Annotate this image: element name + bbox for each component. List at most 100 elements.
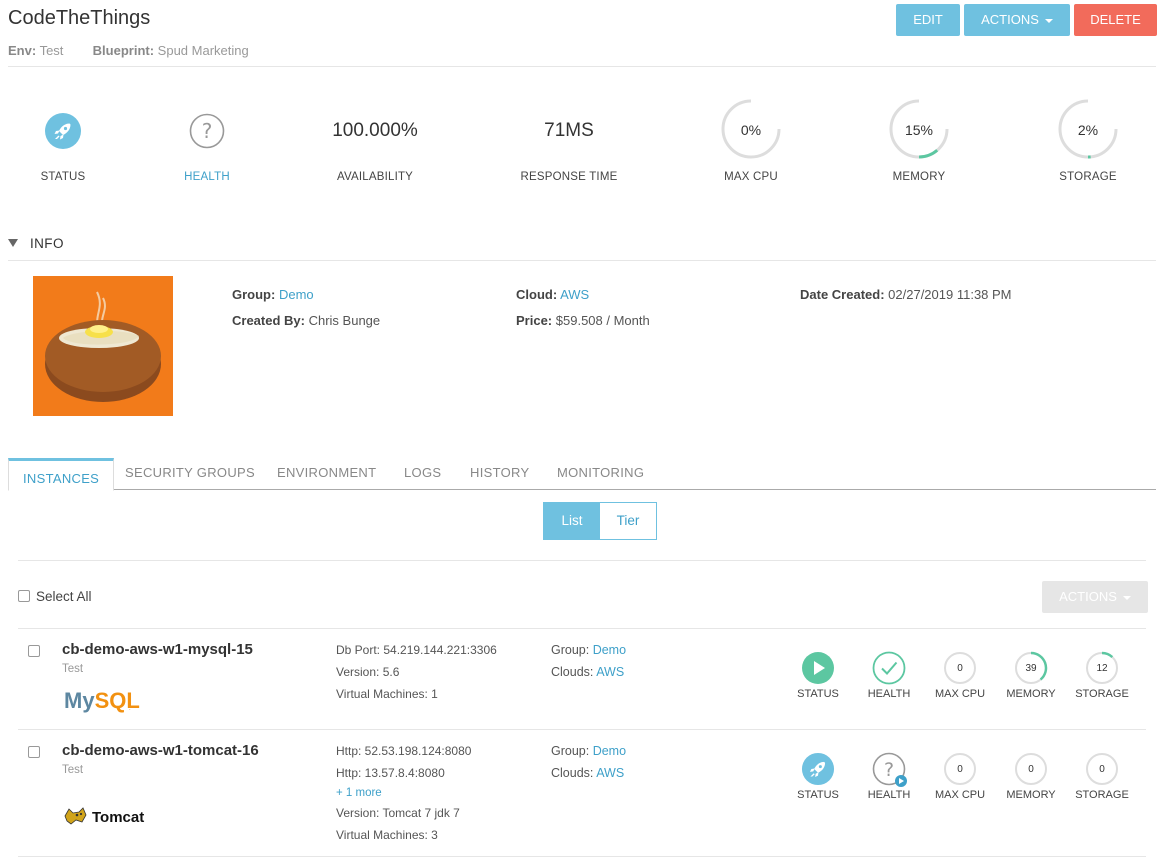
instance-name[interactable]: cb-demo-aws-w1-mysql-15	[62, 641, 253, 658]
actions-button-label: ACTIONS	[981, 12, 1039, 27]
delete-button-label: DELETE	[1090, 12, 1141, 27]
max-cpu-label: MAX CPU	[724, 171, 778, 183]
instance-name[interactable]: cb-demo-aws-w1-tomcat-16	[62, 742, 259, 759]
check-circle-icon	[872, 651, 906, 685]
question-circle-icon: ?	[189, 113, 225, 149]
rocket-icon	[801, 752, 835, 786]
instance-group-link[interactable]: Demo	[593, 643, 626, 657]
instance-memory-value: 0	[1028, 764, 1034, 775]
instance-health-label: HEALTH	[867, 688, 911, 700]
instance-clouds-label: Clouds:	[551, 766, 594, 780]
instance-status-label: STATUS	[797, 688, 839, 700]
row-divider	[18, 729, 1146, 730]
tab-history[interactable]: HISTORY	[470, 465, 529, 480]
storage-label: STORAGE	[1059, 171, 1117, 183]
info-price-label: Price:	[516, 313, 553, 328]
instance-max-cpu-label: MAX CPU	[934, 688, 986, 700]
instance-clouds-link[interactable]: AWS	[596, 766, 624, 780]
instance-max-cpu-value: 0	[957, 663, 963, 674]
info-date-label: Date Created:	[800, 287, 885, 302]
instance-clouds-link[interactable]: AWS	[596, 665, 624, 679]
instance-memory-value: 39	[1025, 663, 1037, 674]
view-list-button[interactable]: List	[544, 503, 600, 539]
info-cloud-link[interactable]: AWS	[560, 287, 589, 302]
view-tier-button[interactable]: Tier	[600, 503, 656, 539]
instance-details: Db Port: 54.219.144.221:3306 Version: 5.…	[336, 639, 497, 705]
instance-clouds-label: Clouds:	[551, 665, 594, 679]
instance-detail-vms: Virtual Machines: 3	[336, 828, 438, 842]
health-icon-glyph: ?	[202, 119, 213, 143]
stat-response-time: 71MS RESPONSE TIME	[509, 96, 629, 188]
select-all-checkbox[interactable]	[18, 590, 30, 602]
health-label[interactable]: HEALTH	[147, 171, 267, 183]
instance-details: Http: 52.53.198.124:8080 Http: 13.57.8.4…	[336, 740, 471, 846]
info-date-created: Date Created: 02/27/2019 11:38 PM	[800, 287, 1012, 302]
info-cloud: Cloud: AWS	[516, 287, 589, 302]
bulk-actions-button[interactable]: ACTIONS	[1042, 581, 1148, 613]
delete-button[interactable]: DELETE	[1074, 4, 1157, 36]
row-checkbox[interactable]	[28, 645, 40, 657]
rocket-icon	[45, 113, 81, 149]
edit-button[interactable]: EDIT	[896, 4, 960, 36]
row-checkbox[interactable]	[28, 746, 40, 758]
page-meta: Env: Test Blueprint: Spud Marketing	[8, 43, 249, 58]
caret-down-icon	[1044, 18, 1053, 23]
row-divider	[18, 628, 1146, 629]
info-group-link[interactable]: Demo	[279, 287, 314, 302]
instance-storage-label: STORAGE	[1075, 688, 1129, 700]
memory-value: 15%	[904, 122, 934, 138]
tab-logs[interactable]: LOGS	[404, 465, 441, 480]
instance-memory-label: MEMORY	[1006, 688, 1056, 700]
instance-storage-label: STORAGE	[1075, 789, 1129, 801]
tab-monitoring[interactable]: MONITORING	[557, 465, 644, 480]
info-created-by-value: Chris Bunge	[308, 313, 381, 328]
caret-down-icon	[1122, 595, 1131, 600]
stat-memory: 15% MEMORY	[859, 96, 979, 188]
actions-button[interactable]: ACTIONS	[964, 4, 1070, 36]
response-time-label: RESPONSE TIME	[520, 171, 618, 183]
response-time-value: 71MS	[544, 120, 594, 141]
instance-detail-more-link[interactable]: + 1 more	[336, 784, 471, 802]
instance-detail-http-2: Http: 13.57.8.4:8080	[336, 766, 445, 780]
instance-memory-label: MEMORY	[1006, 789, 1056, 801]
tab-environment[interactable]: ENVIRONMENT	[277, 465, 376, 480]
instance-group-link[interactable]: Demo	[593, 744, 626, 758]
info-date-value: 02/27/2019 11:38 PM	[888, 287, 1012, 302]
availability-label: AVAILABILITY	[336, 171, 414, 183]
list-divider	[18, 560, 1146, 561]
status-label: STATUS	[40, 171, 86, 183]
row-divider	[18, 856, 1146, 857]
instance-health-label: HEALTH	[867, 789, 911, 801]
info-cloud-label: Cloud:	[516, 287, 558, 302]
stat-health[interactable]: ? HEALTH	[147, 96, 267, 188]
tab-bar: INSTANCES SECURITY GROUPS ENVIRONMENT LO…	[8, 458, 1156, 491]
triangle-down-icon	[8, 239, 18, 247]
edit-button-label: EDIT	[913, 12, 943, 27]
info-heading: INFO	[30, 236, 64, 251]
stat-availability: 100.000% AVAILABILITY	[315, 96, 435, 188]
info-toggle[interactable]: INFO	[8, 236, 64, 251]
availability-value: 100.000%	[332, 120, 418, 141]
stat-max-cpu: 0% MAX CPU	[691, 96, 811, 188]
mysql-logo-my: My	[64, 688, 95, 713]
bulk-actions-label: ACTIONS	[1059, 589, 1117, 604]
view-toggle: List Tier	[543, 502, 657, 540]
question-circle-icon: ?	[872, 752, 907, 787]
tab-instances[interactable]: INSTANCES	[8, 458, 115, 491]
instance-detail-http-1: Http: 52.53.198.124:8080	[336, 744, 472, 758]
instance-detail-db-port: Db Port: 54.219.144.221:3306	[336, 643, 497, 657]
instance-group-clouds: Group: Demo Clouds: AWS	[551, 740, 626, 784]
storage-value: 2%	[1077, 122, 1099, 138]
info-created-by-label: Created By:	[232, 313, 305, 328]
mysql-logo-sql: SQL	[95, 688, 140, 713]
tomcat-logo: Tomcat	[64, 807, 144, 826]
tab-security-groups[interactable]: SECURITY GROUPS	[125, 465, 255, 480]
page-title: CodeTheThings	[8, 7, 151, 29]
play-circle-icon	[802, 652, 834, 684]
select-all-label[interactable]: Select All	[36, 589, 92, 604]
stat-storage: 2% STORAGE	[1028, 96, 1148, 188]
tomcat-logo-text: Tomcat	[92, 809, 144, 826]
instance-health-glyph: ?	[884, 759, 894, 781]
instance-group-label: Group:	[551, 744, 590, 758]
info-price-value: $59.508 / Month	[555, 313, 650, 328]
